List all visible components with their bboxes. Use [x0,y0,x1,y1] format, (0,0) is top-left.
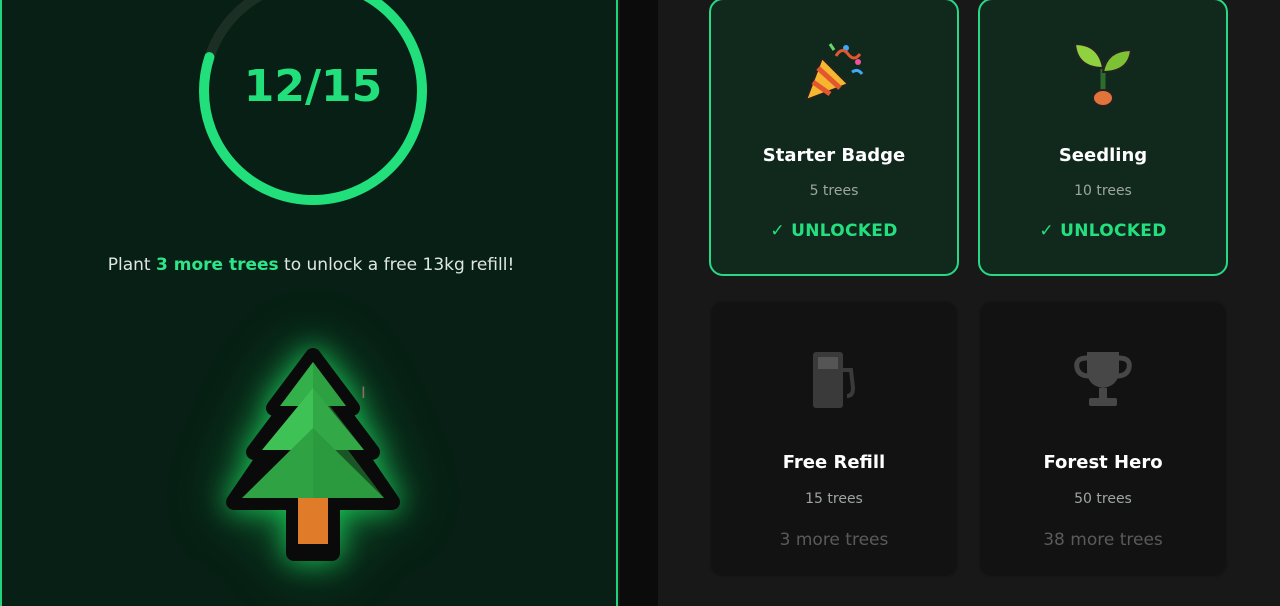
badge-requirement: 50 trees [1074,491,1132,507]
party-popper-icon [711,38,957,108]
badge-title: Forest Hero [1043,452,1163,473]
badge-card-free-refill[interactable]: Free Refill 15 trees 3 more trees [709,300,959,578]
message-prefix: Plant [107,255,156,275]
badge-card-starter[interactable]: Starter Badge 5 trees ✓ UNLOCKED [709,0,959,276]
badge-card-forest-hero[interactable]: Forest Hero 50 trees 38 more trees [978,300,1228,578]
badge-title: Free Refill [782,452,886,473]
badge-title: Starter Badge [762,145,906,166]
divider [620,0,658,606]
badge-requirement: 5 trees [809,183,859,199]
badge-requirement: 15 trees [805,491,863,507]
text-cursor-icon: I [361,383,366,402]
message-highlight: 3 more trees [155,255,279,275]
badge-status: ✓ UNLOCKED [770,221,898,241]
trophy-icon [980,348,1226,412]
badge-remaining: 3 more trees [779,530,889,550]
badge-remaining: 38 more trees [1043,530,1163,550]
message-suffix: to unlock a free 13kg refill! [278,255,515,275]
sprout-icon [980,38,1226,108]
badge-requirement: 10 trees [1074,183,1132,199]
progress-panel: 12/15 Plant 3 more trees to unlock a fre… [0,0,618,606]
fuel-pump-icon [711,348,957,412]
progress-count: 12/15 [243,61,383,112]
badge-title: Seedling [1058,145,1148,166]
badge-card-seedling[interactable]: Seedling 10 trees ✓ UNLOCKED [978,0,1228,276]
tree-icon [222,348,404,566]
badge-status: ✓ UNLOCKED [1039,221,1167,241]
progress-message: Plant 3 more trees to unlock a free 13kg… [2,255,620,275]
